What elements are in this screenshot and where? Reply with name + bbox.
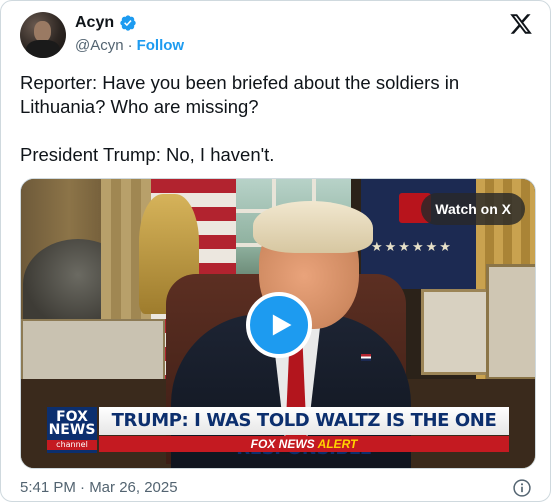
alert-word: ALERT (317, 437, 358, 451)
play-button[interactable] (246, 292, 312, 358)
video-player[interactable]: ★★★★★★ Watch on X FOX NEWS channel TRUMP… (20, 178, 536, 469)
author-name[interactable]: Acyn (75, 14, 114, 32)
info-icon[interactable] (512, 478, 532, 498)
tweet-line-president: President Trump: No, I haven't. (20, 144, 275, 165)
separator-dot: · (127, 37, 133, 54)
x-logo-icon[interactable] (509, 12, 533, 36)
flag-pin (361, 354, 371, 361)
news-chyron: FOX NEWS channel TRUMP: I WAS TOLD WALTZ… (47, 407, 509, 459)
alert-bar: FOX NEWS ALERT (99, 436, 509, 452)
follow-button[interactable]: Follow (137, 37, 185, 54)
picture-frame (486, 264, 535, 380)
handle-row: @Acyn · Follow (75, 37, 184, 54)
play-icon (272, 314, 292, 336)
watch-on-x-button[interactable]: Watch on X (421, 193, 525, 225)
chyron-headline: TRUMP: I WAS TOLD WALTZ IS THE ONE RESPO… (99, 407, 509, 459)
tweet-timestamp[interactable]: 5:41 PM · Mar 26, 2025 (20, 479, 178, 496)
alert-brand: FOX NEWS (250, 437, 315, 451)
author-name-row: Acyn (75, 14, 137, 32)
tweet-card: Acyn @Acyn · Follow Reporter: Have you b… (0, 0, 551, 502)
tweet-line-reporter: Reporter: Have you been briefed about th… (20, 72, 460, 117)
fox-news-logo: FOX NEWS channel (47, 407, 97, 453)
verified-badge-icon (120, 15, 136, 31)
author-handle[interactable]: @Acyn (75, 37, 124, 54)
avatar[interactable] (20, 12, 66, 58)
tweet-text: Reporter: Have you been briefed about th… (20, 71, 530, 167)
